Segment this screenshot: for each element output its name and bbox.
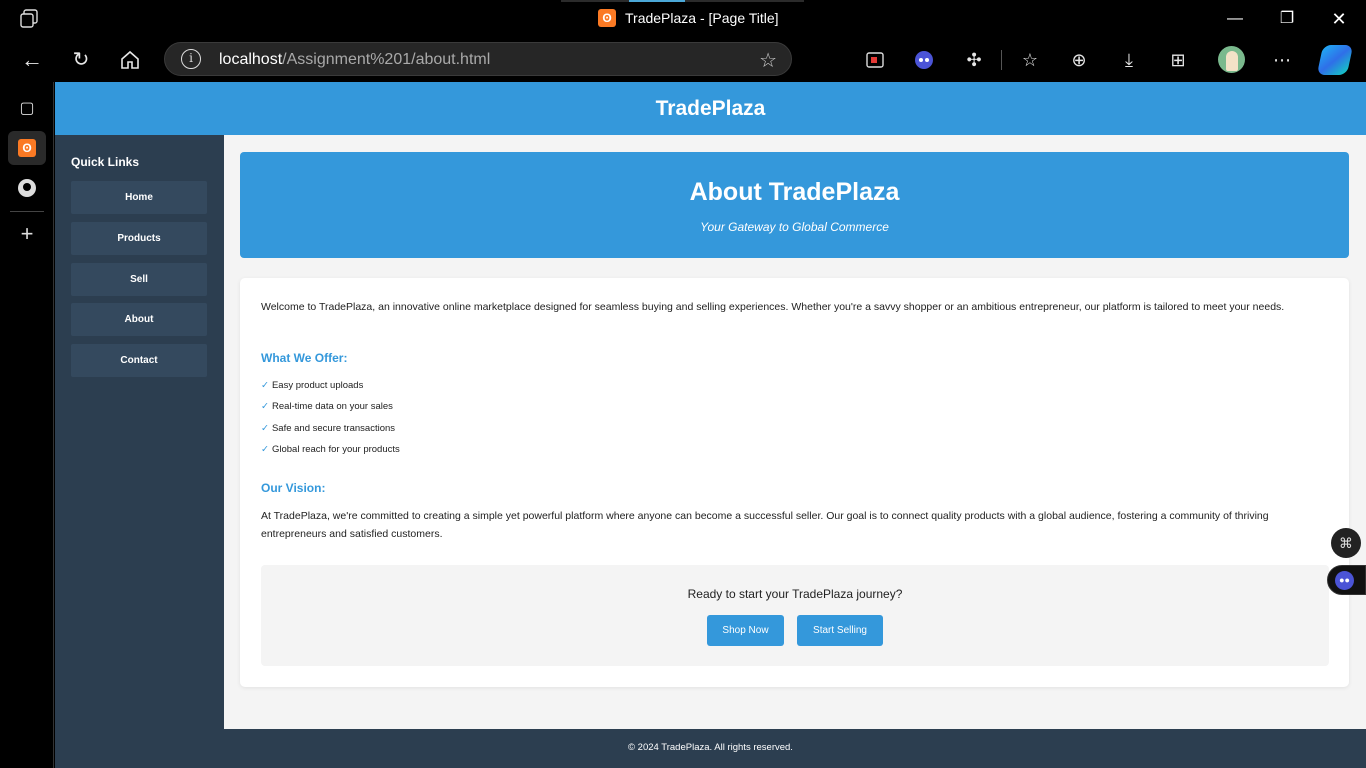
- extensions-icon[interactable]: ✣: [961, 47, 987, 73]
- screen-record-icon[interactable]: [862, 47, 888, 73]
- favorites-icon[interactable]: ☆: [1017, 47, 1043, 73]
- list-item: ✓ Easy product uploads: [261, 378, 400, 399]
- check-icon: ✓: [261, 380, 269, 391]
- list-item: ✓ Global reach for your products: [261, 442, 400, 463]
- offer-heading: What We Offer:: [261, 351, 348, 365]
- offer-text: Easy product uploads: [271, 380, 364, 391]
- vision-paragraph: At TradePlaza, we're committed to creati…: [261, 510, 1269, 540]
- favorite-star-icon[interactable]: ☆: [759, 48, 777, 73]
- cta-prompt: Ready to start your TradePlaza journey?: [687, 587, 903, 601]
- url-text[interactable]: localhost/Assignment%201/about.html: [219, 51, 490, 69]
- minimize-icon[interactable]: —: [1224, 8, 1246, 30]
- sidebar-item-home[interactable]: Home: [71, 181, 207, 214]
- window-title-text: TradePlaza - [Page Title]: [625, 10, 779, 26]
- offer-list: ✓ Easy product uploads ✓ Real-time data on…: [261, 378, 400, 463]
- tab-actions-icon[interactable]: ▢: [14, 96, 40, 122]
- site-footer: © 2024 TradePlaza. All rights reserved.: [55, 729, 1366, 768]
- sidebar-item-products[interactable]: Products: [71, 222, 207, 255]
- xampp-tab-icon[interactable]: ʘ: [18, 139, 36, 157]
- list-item: ✓ Real-time data on your sales: [261, 399, 400, 420]
- tab-strip-indicator: [561, 0, 804, 2]
- floating-bot-button[interactable]: ●●: [1327, 565, 1366, 595]
- side-panel-grid-icon[interactable]: ⌘: [1331, 528, 1361, 558]
- info-icon[interactable]: i: [181, 49, 201, 69]
- sidebar-heading: Quick Links: [71, 155, 140, 169]
- toolbar-divider: [1001, 50, 1002, 70]
- restore-icon[interactable]: ❐: [1276, 8, 1298, 30]
- refresh-icon[interactable]: ↻: [68, 47, 94, 73]
- github-tab-icon[interactable]: [14, 175, 40, 201]
- more-icon[interactable]: ⋯: [1269, 47, 1295, 73]
- new-tab-icon[interactable]: +: [14, 221, 40, 247]
- shop-now-button[interactable]: Shop Now: [707, 615, 784, 646]
- sidebar-item-contact[interactable]: Contact: [71, 344, 207, 377]
- url-host: localhost: [219, 51, 283, 68]
- vision-heading: Our Vision:: [261, 481, 326, 495]
- about-hero: About TradePlaza Your Gateway to Global …: [240, 152, 1349, 258]
- main-content: About TradePlaza Your Gateway to Global …: [224, 135, 1366, 729]
- collections-icon[interactable]: [18, 8, 40, 30]
- back-icon[interactable]: ←: [19, 47, 45, 73]
- downloads-icon[interactable]: ⤓: [1116, 47, 1142, 73]
- bot-extension-icon[interactable]: [911, 47, 937, 73]
- home-icon[interactable]: [117, 47, 143, 73]
- list-item: ✓ Safe and secure transactions: [261, 421, 400, 442]
- offer-text: Real-time data on your sales: [271, 401, 393, 413]
- check-icon: ✓: [261, 401, 269, 413]
- bot-icon: ●●: [1335, 571, 1354, 590]
- browser-toolbar: ← ↻ i localhost/Assignment%201/about.htm…: [0, 38, 1366, 82]
- copilot-icon[interactable]: [1316, 45, 1354, 75]
- quick-links-sidebar: Quick Links Home Products Sell About Con…: [55, 135, 224, 729]
- intro-paragraph: Welcome to TradePlaza, an innovative onl…: [261, 301, 1285, 313]
- page-title: About TradePlaza: [689, 178, 900, 206]
- offer-text: Safe and secure transactions: [271, 422, 396, 434]
- profile-avatar[interactable]: [1218, 46, 1245, 73]
- site-header: TradePlaza: [55, 82, 1366, 135]
- window-title: ʘ TradePlaza - [Page Title]: [598, 9, 779, 27]
- sidebar-item-sell[interactable]: Sell: [71, 263, 207, 296]
- page-subtitle: Your Gateway to Global Commerce: [700, 220, 889, 234]
- start-selling-button[interactable]: Start Selling: [797, 615, 883, 646]
- address-bar[interactable]: i localhost/Assignment%201/about.html ☆: [164, 42, 792, 76]
- about-card: Welcome to TradePlaza, an innovative onl…: [240, 278, 1349, 687]
- web-page: TradePlaza Quick Links Home Products Sel…: [55, 82, 1366, 768]
- collections-add-icon[interactable]: ⊕: [1066, 47, 1092, 73]
- vertical-tabs-bar: ▢ ʘ +: [0, 82, 54, 768]
- browser-titlebar: ʘ TradePlaza - [Page Title] — ❐ ✕: [0, 0, 1366, 38]
- active-tab-indicator: [629, 0, 685, 2]
- tabs-separator: [10, 211, 44, 212]
- url-path: /Assignment%201/about.html: [282, 51, 491, 68]
- check-icon: ✓: [261, 443, 269, 455]
- apps-icon[interactable]: ⊞: [1165, 47, 1191, 73]
- sidebar-item-about[interactable]: About: [71, 303, 207, 336]
- check-icon: ✓: [261, 422, 269, 434]
- cta-box: Ready to start your TradePlaza journey? …: [261, 565, 1329, 666]
- close-icon[interactable]: ✕: [1328, 8, 1350, 30]
- offer-text: Global reach for your products: [271, 443, 400, 455]
- xampp-favicon-icon: ʘ: [598, 9, 616, 27]
